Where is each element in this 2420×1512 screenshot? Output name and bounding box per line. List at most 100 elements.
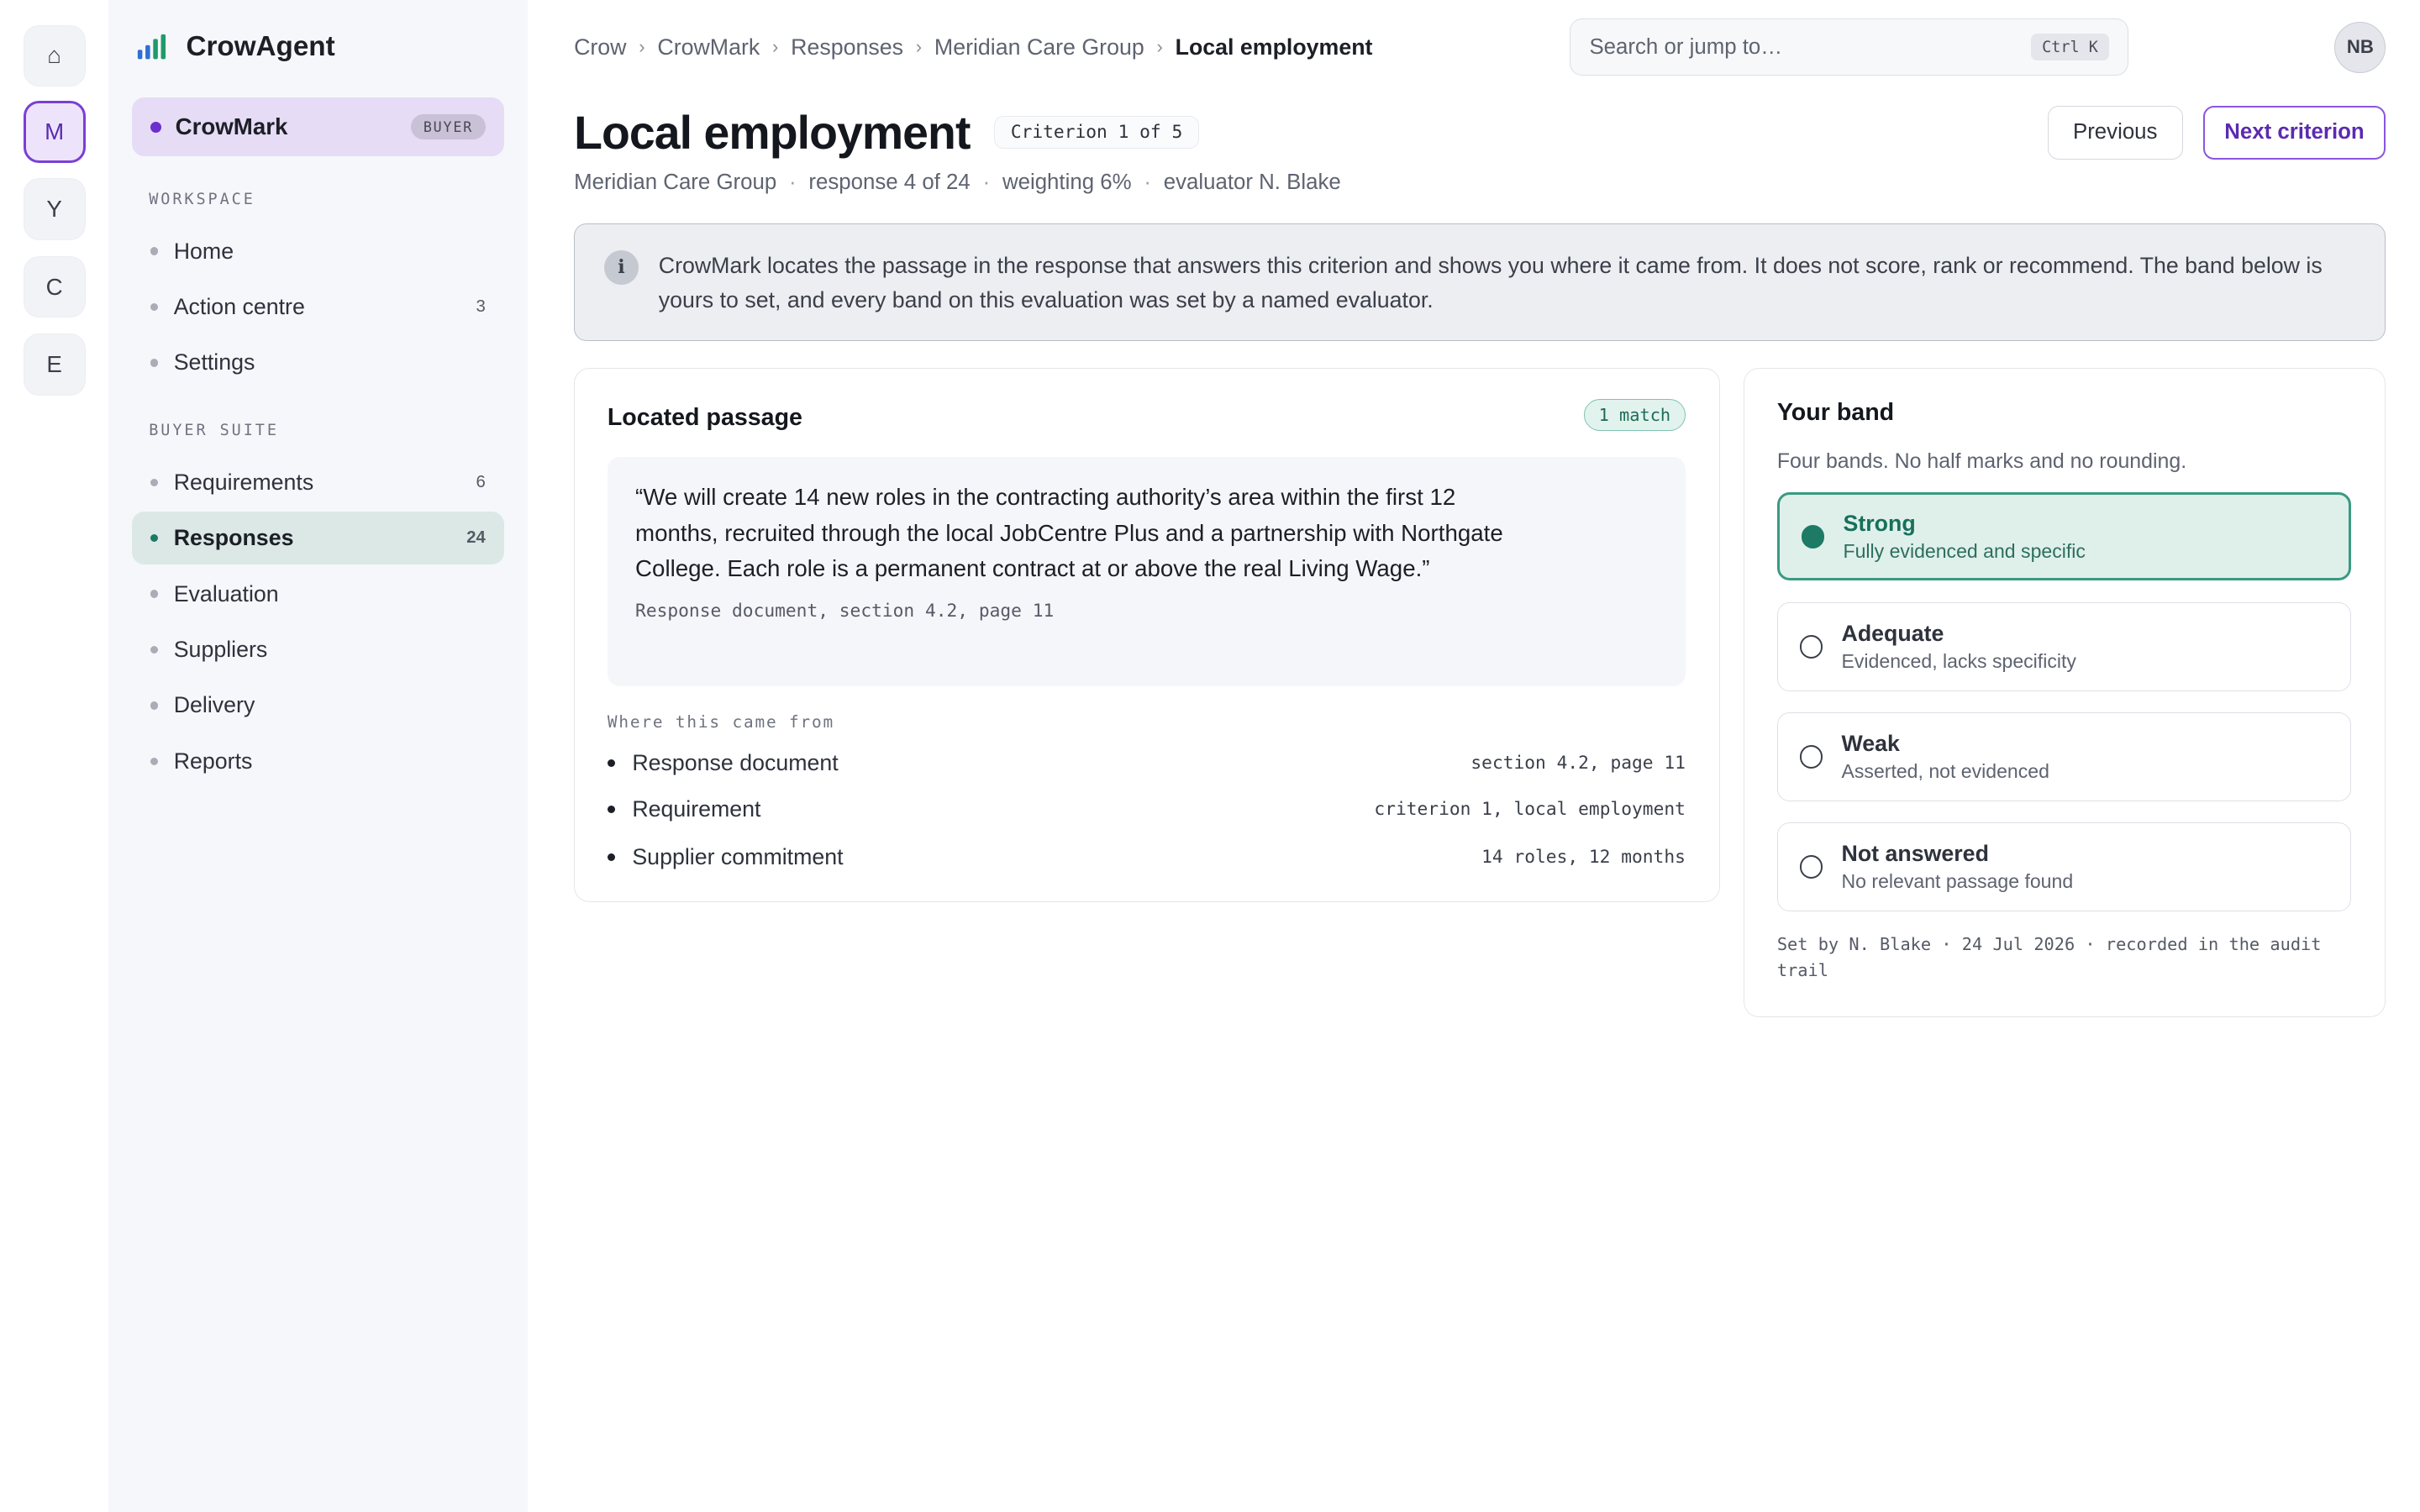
app-switcher[interactable]: CrowMark BUYER xyxy=(131,97,504,157)
buyer-suite-section-label: BUYER SUITE xyxy=(149,422,279,440)
nav-dot-icon xyxy=(150,247,159,255)
source-value: 14 roles, 12 months xyxy=(1481,847,1686,869)
criterion-chip: Criterion 1 of 5 xyxy=(994,116,1199,149)
source-value: section 4.2, page 11 xyxy=(1470,752,1686,774)
located-passage-card: Located passage 1 match “We will create … xyxy=(574,367,1721,903)
sources-label: Where this came from xyxy=(607,712,835,732)
bullet-icon xyxy=(607,853,616,862)
sidebar-item-suppliers[interactable]: Suppliers xyxy=(132,623,504,676)
sidebar-item-label: Suppliers xyxy=(173,637,268,663)
app-dot-icon xyxy=(150,121,161,133)
sidebar-item-home[interactable]: Home xyxy=(132,225,504,278)
match-count-badge: 1 match xyxy=(1583,399,1686,431)
band-option-adequate[interactable]: Adequate Evidenced, lacks specificity xyxy=(1776,602,2351,691)
sidebar-item-delivery[interactable]: Delivery xyxy=(132,680,504,732)
sidebar-item-settings[interactable]: Settings xyxy=(132,337,504,390)
sidebar-item-action-centre[interactable]: Action centre 3 xyxy=(132,281,504,333)
radio-icon xyxy=(1799,855,1823,879)
band-option-weak[interactable]: Weak Asserted, not evidenced xyxy=(1776,712,2351,801)
source-label: Supplier commitment xyxy=(632,844,844,870)
source-label: Response document xyxy=(632,749,839,775)
passage-quote: “We will create 14 new roles in the cont… xyxy=(607,456,1686,686)
quote-text: “We will create 14 new roles in the cont… xyxy=(635,484,1503,582)
sidebar-item-label: Responses xyxy=(173,525,294,551)
sidebar-item-count: 24 xyxy=(466,528,486,548)
sidebar-item-label: Settings xyxy=(173,349,255,375)
source-row[interactable]: Supplier commitment 14 roles, 12 months xyxy=(607,844,1686,870)
rail-c-button[interactable]: C xyxy=(23,255,86,318)
sidebar-item-label: Requirements xyxy=(173,469,314,495)
signal-bars-icon xyxy=(138,34,166,60)
source-value: criterion 1, local employment xyxy=(1374,799,1686,821)
sidebar-item-label: Reports xyxy=(173,748,253,774)
bullet-icon xyxy=(607,759,616,767)
shortcut-hint: Ctrl K xyxy=(2031,34,2109,61)
breadcrumb-current: Local employment xyxy=(1175,34,1373,60)
page-title: Local employment xyxy=(574,106,971,159)
search-placeholder: Search or jump to… xyxy=(1589,34,1783,59)
band-option-desc: Evidenced, lacks specificity xyxy=(1841,649,2076,672)
radio-icon xyxy=(1799,635,1823,659)
band-option-strong[interactable]: Strong Fully evidenced and specific xyxy=(1776,492,2351,581)
home-icon: ⌂ xyxy=(47,42,61,69)
app-name: CrowMark xyxy=(175,113,288,140)
avatar[interactable]: NB xyxy=(2334,21,2386,73)
brand-name: CrowAgent xyxy=(186,30,335,62)
band-option-desc: Fully evidenced and specific xyxy=(1843,539,2086,562)
quote-source[interactable]: Response document, section 4.2, page 11 xyxy=(635,601,1658,622)
source-label: Requirement xyxy=(632,796,761,822)
band-option-name: Strong xyxy=(1843,510,1916,536)
breadcrumb-supplier[interactable]: Meridian Care Group xyxy=(934,34,1144,60)
previous-button[interactable]: Previous xyxy=(2047,105,2183,160)
chevron-right-icon: › xyxy=(639,36,645,58)
nav-dot-icon xyxy=(150,478,159,486)
band-card: Your band Four bands. No half marks and … xyxy=(1744,367,2386,1018)
sidebar-item-requirements[interactable]: Requirements 6 xyxy=(132,456,504,509)
next-criterion-button[interactable]: Next criterion xyxy=(2202,105,2386,160)
info-icon: i xyxy=(604,250,639,285)
nav-dot-icon xyxy=(150,701,159,710)
rail-e-button[interactable]: E xyxy=(23,333,86,396)
band-option-desc: Asserted, not evidenced xyxy=(1841,759,2049,782)
rail-crowmark-button[interactable]: M xyxy=(23,101,86,163)
search-input[interactable]: Search or jump to… Ctrl K xyxy=(1570,18,2128,76)
chevron-right-icon: › xyxy=(1156,36,1163,58)
band-card-title: Your band xyxy=(1776,399,1895,427)
workspace-section-label: WORKSPACE xyxy=(149,191,255,209)
info-notice: i CrowMark locates the passage in the re… xyxy=(574,223,2386,342)
breadcrumb-crow[interactable]: Crow xyxy=(574,34,626,60)
radio-selected-icon xyxy=(1801,524,1825,549)
nav-dot-icon xyxy=(150,757,159,766)
app-rail: ⌂ M Y C E xyxy=(0,0,109,1512)
bullet-icon xyxy=(607,805,616,814)
sidebar-item-responses[interactable]: Responses 24 xyxy=(131,512,504,564)
rail-y-button[interactable]: Y xyxy=(23,178,86,241)
sidebar-item-evaluation[interactable]: Evaluation xyxy=(132,568,504,621)
rail-home-button[interactable]: ⌂ xyxy=(23,24,86,87)
chevron-right-icon: › xyxy=(915,36,923,58)
response-meta: Meridian Care Group · response 4 of 24 ·… xyxy=(574,171,1341,195)
nav-dot-icon xyxy=(150,645,159,654)
sidebar-item-reports[interactable]: Reports xyxy=(132,735,504,788)
role-badge: BUYER xyxy=(411,114,486,140)
sidebar-item-count: 6 xyxy=(476,472,486,491)
band-option-desc: No relevant passage found xyxy=(1841,869,2074,892)
source-row[interactable]: Response document section 4.2, page 11 xyxy=(607,749,1686,776)
meta-response: response 4 of 24 xyxy=(808,171,971,195)
source-row[interactable]: Requirement criterion 1, local employmen… xyxy=(607,796,1686,822)
meta-supplier: Meridian Care Group xyxy=(574,171,777,195)
sidebar-item-count: 3 xyxy=(476,297,486,317)
breadcrumb-responses[interactable]: Responses xyxy=(791,34,903,60)
passage-card-title: Located passage xyxy=(607,403,802,431)
brand[interactable]: CrowAgent xyxy=(136,30,335,63)
band-option-not-answered[interactable]: Not answered No relevant passage found xyxy=(1776,822,2351,911)
sidebar-item-label: Home xyxy=(173,238,234,264)
nav-dot-icon xyxy=(150,359,159,367)
sidebar: CrowAgent CrowMark BUYER WORKSPACE Home … xyxy=(108,0,528,1512)
sidebar-item-label: Evaluation xyxy=(173,580,279,606)
nav-dot-icon xyxy=(150,590,159,598)
meta-separator: · xyxy=(789,171,797,195)
band-option-name: Weak xyxy=(1841,731,1900,757)
breadcrumb-crowmark[interactable]: CrowMark xyxy=(657,34,760,60)
meta-separator: · xyxy=(982,171,991,195)
